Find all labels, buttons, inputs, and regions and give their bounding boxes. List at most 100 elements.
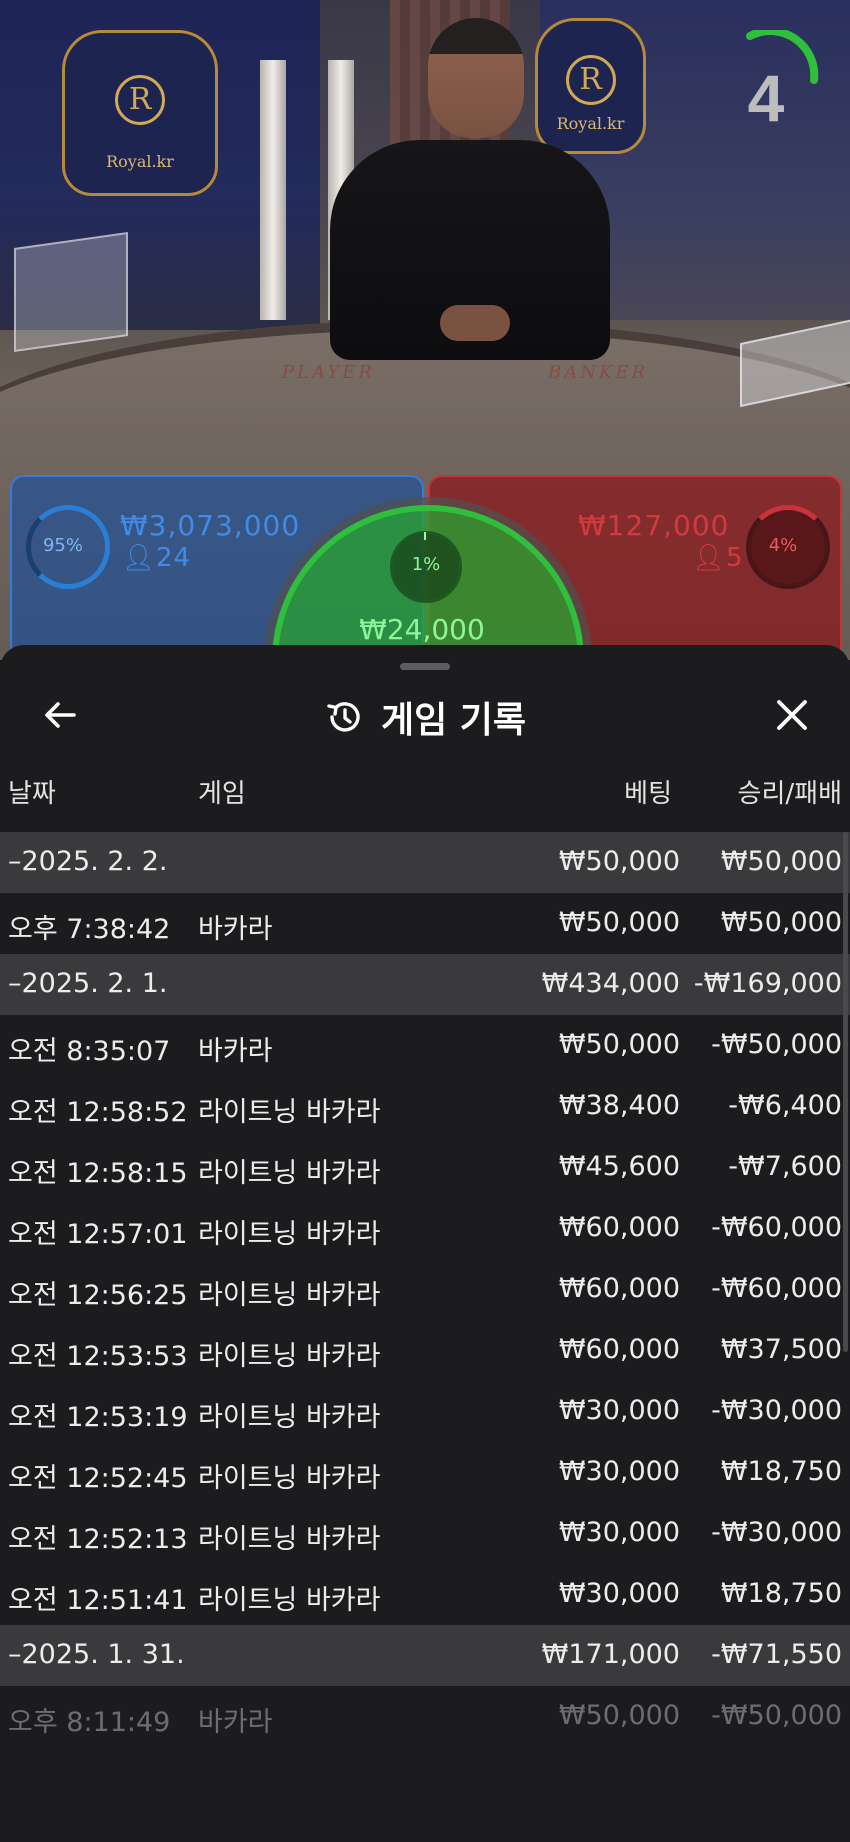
date-group-row[interactable]: –2025. 1. 31. ₩171,000 -₩71,550 [0,1625,850,1686]
cell-game: 바카라 [198,1707,273,1738]
cell-game: 라이트닝 바카라 [198,1158,381,1189]
history-icon [327,702,360,732]
table-row[interactable]: 오전 12:52:13 라이트닝 바카라 ₩30,000 -₩30,000 [0,1503,850,1564]
banker-percent-ring: 4% [746,505,830,589]
cell-result: -₩60,000 [711,1212,842,1243]
column-header-bet: 베팅 [624,779,672,809]
table-row[interactable]: 오전 12:53:53 라이트닝 바카라 ₩60,000 ₩37,500 [0,1320,850,1381]
cell-date: 오후 8:11:49 [8,1707,171,1738]
cell-date: –2025. 2. 1. [8,968,168,999]
crest-letter: R [115,74,165,125]
bottom-fade [0,1745,850,1842]
cell-bet: ₩50,000 [558,1029,680,1060]
pillar [260,60,286,320]
scrollbar[interactable] [843,832,848,1352]
tie-bet-amount: ₩24,000 [359,613,485,646]
tie-percent: 1% [411,554,441,575]
player-percent-ring: 95% [26,505,110,589]
cell-date: –2025. 2. 2. [8,846,168,877]
table-row[interactable]: 오후 8:11:49 바카라 ₩50,000 -₩50,000 [0,1686,850,1747]
column-header-result: 승리/패배 [737,779,842,809]
cell-bet: ₩60,000 [558,1212,680,1243]
cell-date: 오후 7:38:42 [8,914,171,945]
tie-ring-tick [424,532,426,540]
cell-result: -₩50,000 [711,1029,842,1060]
cell-bet: ₩60,000 [558,1334,680,1365]
cell-date: 오전 12:51:41 [8,1585,188,1616]
sheet-header: 게임 기록 [0,691,850,741]
cell-game: 라이트닝 바카라 [198,1463,381,1494]
table-row[interactable]: 오전 12:58:15 라이트닝 바카라 ₩45,600 -₩7,600 [0,1137,850,1198]
cell-date: 오전 8:35:07 [8,1036,171,1067]
date-group-row[interactable]: –2025. 2. 1. ₩434,000 -₩169,000 [0,954,850,1015]
cell-date: 오전 12:53:53 [8,1341,188,1372]
table-row[interactable]: 오전 12:52:45 라이트닝 바카라 ₩30,000 ₩18,750 [0,1442,850,1503]
history-table: –2025. 2. 2. ₩50,000 ₩50,000 오후 7:38:42 바카라 ₩… [0,832,850,1747]
countdown-number: 4 [747,61,785,135]
royal-crest-logo-left: R Royal.kr [62,30,218,196]
table-row[interactable]: 오전 8:35:07 바카라 ₩50,000 -₩50,000 [0,1015,850,1076]
table-label-banker: BANKER [548,362,649,383]
brand-text: Royal.kr [106,151,174,171]
table-row[interactable]: 오전 12:56:25 라이트닝 바카라 ₩60,000 -₩60,000 [0,1259,850,1320]
cell-result: -₩7,600 [728,1151,842,1182]
cell-bet: ₩30,000 [558,1517,680,1548]
cell-result: ₩37,500 [720,1334,842,1365]
table-row[interactable]: 오전 12:53:19 라이트닝 바카라 ₩30,000 -₩30,000 [0,1381,850,1442]
banker-bettor-count: 👤︎5 [692,543,744,573]
cell-bet: ₩45,600 [558,1151,680,1182]
cell-result: -₩30,000 [711,1517,842,1548]
cell-result: -₩30,000 [711,1395,842,1426]
table-row[interactable]: 오전 12:58:52 라이트닝 바카라 ₩38,400 -₩6,400 [0,1076,850,1137]
person-icon: 👤︎ [692,543,727,573]
cell-bet: ₩50,000 [558,846,680,877]
cell-date: 오전 12:58:15 [8,1158,188,1189]
cell-game: 바카라 [198,914,273,945]
table-row[interactable]: 오전 12:57:01 라이트닝 바카라 ₩60,000 -₩60,000 [0,1198,850,1259]
table-label-player: PLAYER [282,362,375,383]
cell-date: 오전 12:57:01 [8,1219,188,1250]
player-bet-amount: ₩3,073,000 [120,509,301,542]
cell-result: -₩169,000 [693,968,842,999]
cell-game: 라이트닝 바카라 [198,1219,381,1250]
table-header: 날짜 게임 베팅 승리/패배 [0,773,850,823]
player-bettor-count: 👤︎24 [122,543,191,573]
cell-game: 라이트닝 바카라 [198,1341,381,1372]
date-group-row[interactable]: –2025. 2. 2. ₩50,000 ₩50,000 [0,832,850,893]
page-title: 게임 기록 [381,700,527,741]
cell-result: -₩50,000 [711,1700,842,1731]
game-history-sheet: 게임 기록 날짜 게임 베팅 승리/패배 –2025. 2. 2. ₩50,000… [0,645,850,1842]
card-shoe [14,231,128,353]
dealer-head [428,18,524,138]
cell-date: 오전 12:52:45 [8,1463,188,1494]
cell-game: 라이트닝 바카라 [198,1402,381,1433]
close-icon[interactable] [770,693,814,737]
cell-bet: ₩30,000 [558,1578,680,1609]
crest-letter: R [565,54,616,105]
cell-result: ₩50,000 [720,907,842,938]
cell-date: 오전 12:56:25 [8,1280,188,1311]
banker-bettor-count-value: 5 [726,543,744,573]
brand-text: Royal.kr [556,113,625,133]
cell-date: 오전 12:53:19 [8,1402,188,1433]
table-row[interactable]: 오전 12:51:41 라이트닝 바카라 ₩30,000 ₩18,750 [0,1564,850,1625]
dealer-hands [440,305,510,341]
cell-bet: ₩60,000 [558,1273,680,1304]
cell-date: 오전 12:52:13 [8,1524,188,1555]
cell-date: –2025. 1. 31. [8,1639,185,1670]
cell-game: 바카라 [198,1036,273,1067]
player-bettor-count-value: 24 [156,543,192,573]
cell-result: -₩71,550 [711,1639,842,1670]
live-video-feed: R Royal.kr R Royal.kr PLAYER BANKER 4 95… [0,0,850,660]
cell-bet: ₩30,000 [558,1395,680,1426]
table-row[interactable]: 오후 7:38:42 바카라 ₩50,000 ₩50,000 [0,893,850,954]
sheet-drag-handle[interactable] [400,663,450,670]
banker-percent: 4% [768,535,798,556]
cell-game: 라이트닝 바카라 [198,1280,381,1311]
person-icon: 👤︎ [122,543,157,573]
player-percent: 95% [42,535,83,556]
cell-game: 라이트닝 바카라 [198,1585,381,1616]
cell-result: -₩60,000 [711,1273,842,1304]
column-header-date: 날짜 [8,779,56,809]
cell-result: ₩50,000 [720,846,842,877]
